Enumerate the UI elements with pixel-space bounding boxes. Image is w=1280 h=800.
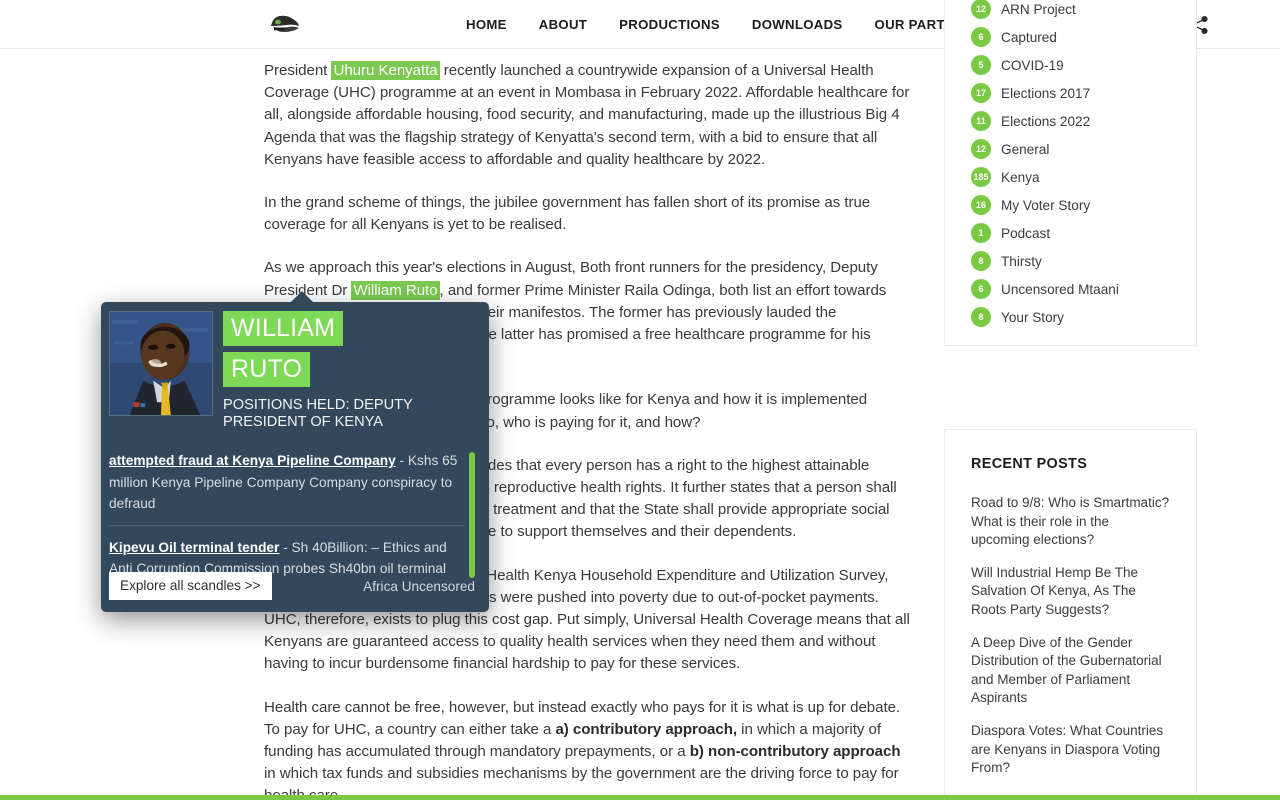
- category-label: ARN Project: [1001, 1, 1076, 17]
- category-item-your-story[interactable]: 8 Your Story: [945, 303, 1196, 331]
- popup-header: WILLIAM RUTO POSITIONS HELD: DEPUTY PRES…: [101, 302, 489, 431]
- p7-bold-contributory: a) contributory approach,: [555, 720, 738, 738]
- category-item-my-voter-story[interactable]: 16 My Voter Story: [945, 191, 1196, 219]
- category-label: Elections 2017: [1001, 85, 1091, 101]
- category-count-badge: 8: [971, 251, 991, 271]
- recent-post-item[interactable]: Will Industrial Hemp Be The Salvation Of…: [971, 564, 1170, 620]
- p7-bold-non-contributory: b) non-contributory approach: [689, 743, 901, 761]
- categories-list: 12 ARN Project 6 Captured 5 COVID-19 17 …: [945, 0, 1196, 331]
- nav-item-downloads[interactable]: DOWNLOADS: [752, 17, 843, 32]
- popup-arrow: [290, 291, 314, 303]
- footer-accent-bar: [0, 795, 1280, 800]
- p1-text-a: President: [264, 62, 332, 79]
- category-count-badge: 12: [971, 139, 991, 159]
- popup-positions-held: POSITIONS HELD: DEPUTY PRESIDENT OF KENY…: [223, 397, 413, 430]
- africa-uncensored-logo[interactable]: [266, 11, 302, 37]
- scandal-title-link[interactable]: Kipevu Oil terminal tender: [109, 540, 279, 555]
- popup-name-line-2: RUTO: [223, 352, 311, 387]
- category-count-badge: 6: [971, 279, 991, 299]
- category-item-thirsty[interactable]: 8 Thirsty: [945, 247, 1196, 275]
- page-root: HOME ABOUT PRODUCTIONS DOWNLOADS OUR PAR…: [0, 0, 1280, 800]
- scandal-item: attempted fraud at Kenya Pipeline Compan…: [109, 450, 465, 526]
- recent-post-item[interactable]: Road to 9/8: Who is Smartmatic? What is …: [971, 494, 1170, 550]
- category-count-badge: 185: [971, 167, 991, 187]
- scandal-title-link[interactable]: attempted fraud at Kenya Pipeline Compan…: [109, 453, 396, 468]
- popup-scrollbar-track[interactable]: [469, 452, 475, 580]
- recent-posts-widget: RECENT POSTS Road to 9/8: Who is Smartma…: [944, 429, 1197, 800]
- category-label: COVID-19: [1001, 57, 1064, 73]
- category-count-badge: 5: [971, 55, 991, 75]
- category-count-badge: 16: [971, 195, 991, 215]
- category-item-uncensored-mtaani[interactable]: 6 Uncensored Mtaani: [945, 275, 1196, 303]
- categories-widget: 12 ARN Project 6 Captured 5 COVID-19 17 …: [944, 0, 1197, 346]
- category-label: Podcast: [1001, 225, 1051, 241]
- category-item-captured[interactable]: 6 Captured: [945, 23, 1196, 51]
- article-paragraph-7: Health care cannot be free, however, but…: [264, 697, 914, 800]
- highlight-william-ruto[interactable]: William Ruto: [351, 280, 440, 300]
- category-item-general[interactable]: 12 General: [945, 135, 1196, 163]
- popup-footer: Explore all scandles >> Africa Uncensore…: [101, 572, 489, 612]
- category-item-elections-2017[interactable]: 17 Elections 2017: [945, 79, 1196, 107]
- nav-item-about[interactable]: ABOUT: [539, 17, 587, 32]
- article-paragraph-2: In the grand scheme of things, the jubil…: [264, 194, 871, 234]
- category-count-badge: 8: [971, 307, 991, 327]
- popup-scrollbar-thumb[interactable]: [469, 452, 475, 578]
- popup-brand-label: Africa Uncensored: [363, 578, 475, 594]
- category-item-kenya[interactable]: 185 Kenya: [945, 163, 1196, 191]
- category-item-podcast[interactable]: 1 Podcast: [945, 219, 1196, 247]
- popup-name-line-1: WILLIAM: [223, 311, 344, 346]
- scandal-popup-card: WILLIAM RUTO POSITIONS HELD: DEPUTY PRES…: [101, 291, 489, 612]
- explore-all-scandals-button[interactable]: Explore all scandles >>: [109, 572, 272, 600]
- category-label: Thirsty: [1001, 253, 1042, 269]
- category-count-badge: 17: [971, 83, 991, 103]
- nav-item-home[interactable]: HOME: [466, 17, 507, 32]
- article-paragraph-1: President Uhuru Kenyatta recently launch…: [264, 60, 914, 171]
- category-label: Uncensored Mtaani: [1001, 281, 1119, 297]
- highlight-uhuru-kenyatta[interactable]: Uhuru Kenyatta: [331, 61, 440, 80]
- category-item-elections-2022[interactable]: 11 Elections 2022: [945, 107, 1196, 135]
- category-label: Captured: [1001, 29, 1057, 45]
- recent-post-item[interactable]: Diaspora Votes: What Countries are Kenya…: [971, 722, 1170, 778]
- popup-identity: WILLIAM RUTO POSITIONS HELD: DEPUTY PRES…: [213, 311, 479, 431]
- category-label: Kenya: [1001, 169, 1040, 185]
- william-ruto-portrait: [109, 311, 213, 416]
- recent-posts-title: RECENT POSTS: [971, 456, 1088, 472]
- scandal-list-scroll-area[interactable]: attempted fraud at Kenya Pipeline Compan…: [109, 450, 475, 582]
- category-item-arn-project[interactable]: 12 ARN Project: [945, 0, 1196, 23]
- category-item-covid-19[interactable]: 5 COVID-19: [945, 51, 1196, 79]
- category-label: General: [1001, 141, 1050, 157]
- category-count-badge: 12: [971, 0, 991, 19]
- category-count-badge: 1: [971, 223, 991, 243]
- category-label: Elections 2022: [1001, 113, 1091, 129]
- recent-post-item[interactable]: A Deep Dive of the Gender Distribution o…: [971, 634, 1170, 708]
- recent-posts-list: Road to 9/8: Who is Smartmatic? What is …: [971, 494, 1170, 799]
- category-count-badge: 11: [971, 111, 991, 131]
- nav-item-productions[interactable]: PRODUCTIONS: [619, 17, 720, 32]
- category-count-badge: 6: [971, 27, 991, 47]
- category-label: My Voter Story: [1001, 197, 1091, 213]
- category-label: Your Story: [1001, 309, 1064, 325]
